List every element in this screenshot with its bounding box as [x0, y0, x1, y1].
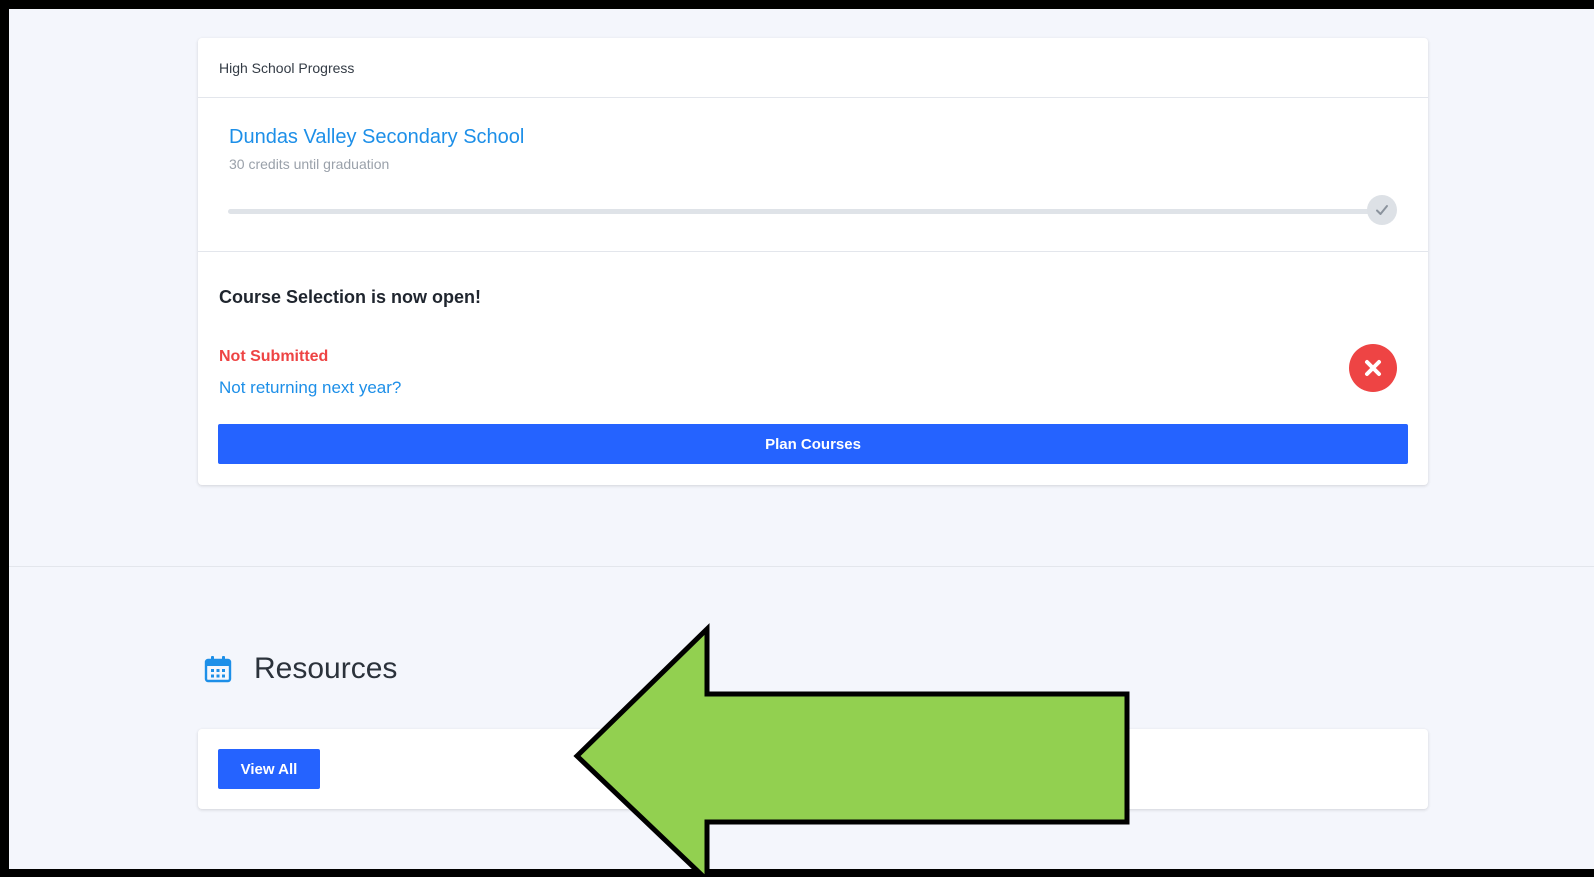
graduation-checkmark-icon: [1367, 195, 1397, 225]
close-circle-icon: [1349, 344, 1397, 392]
plan-courses-button[interactable]: Plan Courses: [218, 424, 1408, 464]
check-icon: [1376, 205, 1388, 215]
submission-status: Not Submitted: [219, 348, 329, 365]
school-progress-section: Dundas Valley Secondary School 30 credit…: [198, 98, 1428, 252]
resources-card: View All: [198, 729, 1428, 809]
view-all-button[interactable]: View All: [218, 749, 320, 789]
high-school-progress-card: High School Progress Dundas Valley Secon…: [198, 38, 1428, 485]
course-selection-section: Course Selection is now open! Not Submit…: [198, 252, 1428, 484]
credits-until-graduation: 30 credits until graduation: [229, 156, 390, 172]
page-viewport: High School Progress Dundas Valley Secon…: [9, 9, 1594, 869]
resources-title: Resources: [254, 652, 398, 685]
section-divider: [9, 566, 1594, 567]
resources-heading: Resources: [203, 651, 397, 687]
card-header: High School Progress: [198, 38, 1428, 98]
card-header-title: High School Progress: [219, 59, 355, 76]
graduation-progress-bar: [228, 209, 1378, 214]
calendar-icon: [204, 656, 232, 683]
school-name-link[interactable]: Dundas Valley Secondary School: [229, 126, 524, 149]
x-mark-icon: [1365, 360, 1381, 376]
not-returning-link[interactable]: Not returning next year?: [219, 378, 401, 398]
course-selection-title: Course Selection is now open!: [219, 287, 482, 307]
